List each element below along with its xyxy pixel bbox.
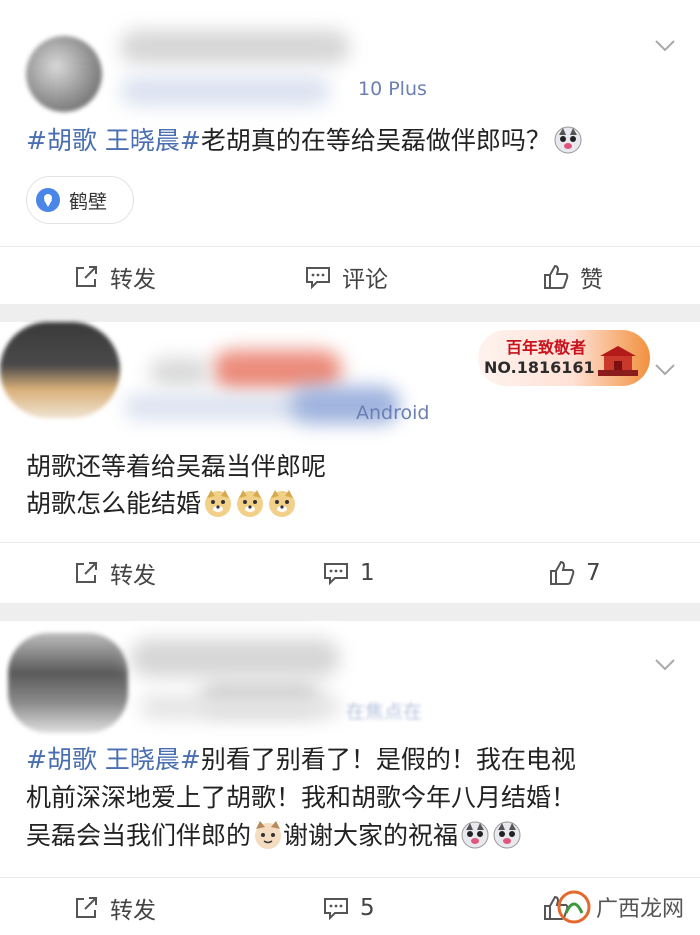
medal-badge[interactable]: 百年致敬者 NO.1816161 xyxy=(478,330,650,386)
post-source: 10 Plus xyxy=(358,78,427,100)
doge-emoji-icon xyxy=(237,490,264,517)
like-button[interactable]: 7 xyxy=(548,543,601,603)
avatar[interactable] xyxy=(8,633,128,733)
chevron-down-icon[interactable] xyxy=(652,356,678,382)
post-content: 胡歌还等着给吴磊当伴郎呢 胡歌怎么能结婚 xyxy=(26,452,327,518)
husky-emoji-icon xyxy=(493,821,521,849)
post-content: #胡歌 王晓晨#别看了别看了！是假的！我在电视 机前深深地爱上了胡歌！我和胡歌今… xyxy=(26,745,577,850)
username-redacted xyxy=(120,30,350,64)
post-card[interactable]: 在焦点在 #胡歌 王晓晨#别看了别看了！是假的！我在电视 机前深深地爱上了胡歌！… xyxy=(0,621,700,935)
share-icon xyxy=(76,562,97,583)
thumbs-up-icon xyxy=(550,560,575,585)
time-redacted xyxy=(120,76,330,106)
comment-icon xyxy=(324,898,348,921)
username-redacted xyxy=(150,358,210,386)
chevron-down-icon[interactable] xyxy=(652,32,678,58)
doge-emoji-icon xyxy=(269,490,296,517)
username-redacted xyxy=(212,350,342,390)
location-tag[interactable]: 鹤壁 xyxy=(26,176,134,224)
post-content: #胡歌 王晓晨#老胡真的在等给吴磊做伴郎吗？ xyxy=(26,124,583,158)
time-redacted xyxy=(140,695,340,719)
husky-emoji-icon xyxy=(461,821,489,849)
share-icon xyxy=(76,266,97,287)
time-redacted xyxy=(124,394,304,420)
post-card[interactable]: 10 Plus #胡歌 王晓晨#老胡真的在等给吴磊做伴郎吗？ 鹤壁 转发 评论 … xyxy=(0,0,700,304)
post-separator xyxy=(0,603,700,621)
post-source: Android xyxy=(356,402,430,424)
avatar[interactable] xyxy=(26,36,102,112)
username-redacted xyxy=(130,639,340,677)
post-card[interactable]: Android 百年致敬者 NO.1816161 胡歌还等着给吴磊当伴郎呢 胡歌… xyxy=(0,322,700,603)
post-source: 在焦点在 xyxy=(346,701,423,723)
watermark-logo-icon xyxy=(557,890,591,924)
action-bar: 转发 1 7 xyxy=(0,542,700,602)
comment-button[interactable]: 5 xyxy=(322,878,375,935)
hashtag-link[interactable]: #胡歌 王晓晨# xyxy=(26,126,201,155)
doge-emoji-icon xyxy=(205,490,232,517)
comment-icon xyxy=(324,563,348,586)
avatar[interactable] xyxy=(0,322,120,418)
cat-emoji-icon xyxy=(255,821,282,849)
thumbs-up-icon xyxy=(544,264,569,289)
tiananmen-icon xyxy=(598,346,638,376)
comment-button[interactable]: 评论 xyxy=(304,247,388,307)
share-icon xyxy=(76,897,97,918)
like-button[interactable]: 赞 xyxy=(542,247,603,307)
repost-button[interactable]: 转发 xyxy=(72,543,156,603)
comment-icon xyxy=(306,267,330,290)
hashtag-link[interactable]: #胡歌 王晓晨# xyxy=(26,745,201,774)
repost-button[interactable]: 转发 xyxy=(72,878,156,935)
location-pin-icon xyxy=(36,188,60,212)
repost-button[interactable]: 转发 xyxy=(72,247,156,307)
husky-emoji-icon xyxy=(554,126,582,154)
comment-button[interactable]: 1 xyxy=(322,543,375,603)
site-watermark: 广西龙网 xyxy=(556,889,684,925)
action-bar: 转发 评论 赞 xyxy=(0,246,700,306)
chevron-down-icon[interactable] xyxy=(652,651,678,677)
